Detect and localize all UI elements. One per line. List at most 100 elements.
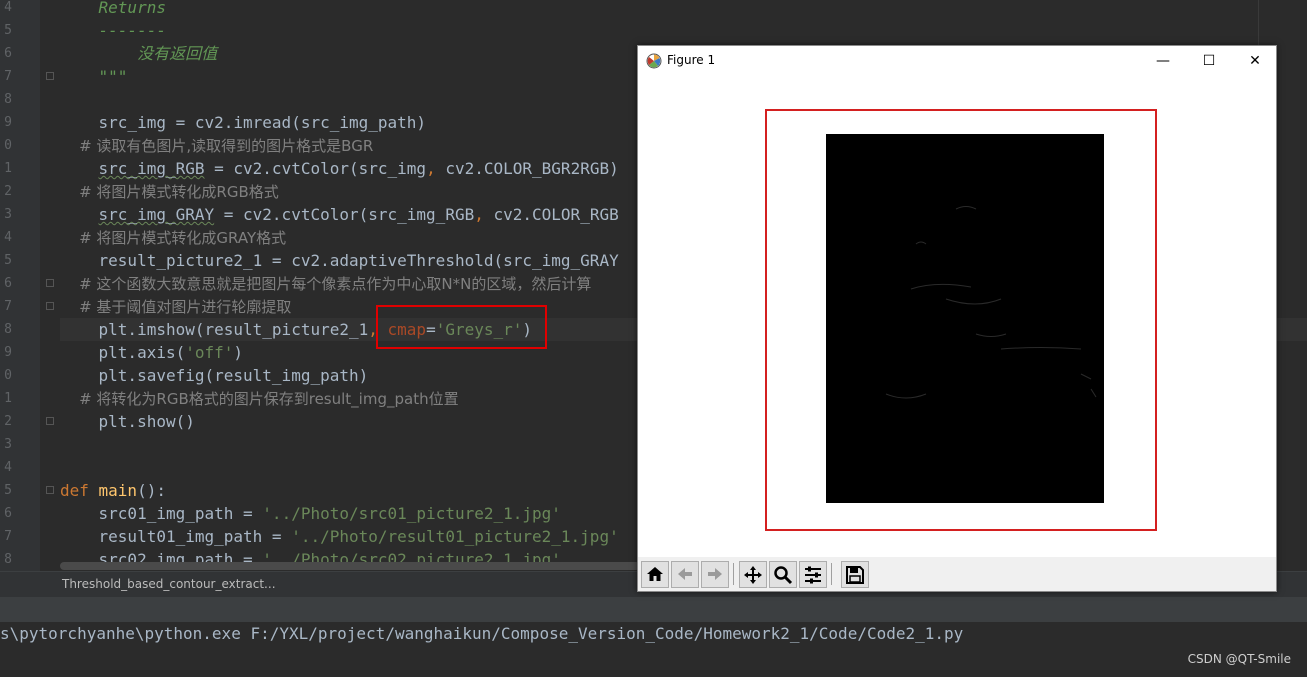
horizontal-scrollbar[interactable]	[60, 562, 640, 570]
matplotlib-icon	[646, 53, 662, 69]
code-text: plt.show()	[60, 410, 195, 433]
line-number: 0	[4, 138, 12, 153]
line-number: 6	[4, 46, 12, 61]
line-number: 4	[4, 0, 12, 15]
code-token: # 将转化为RGB格式的图片保存到result_img_path位置	[60, 390, 459, 408]
breadcrumb[interactable]: Threshold_based_contour_extract...	[62, 577, 276, 591]
line-number: 4	[4, 230, 12, 245]
code-text: result01_img_path = '../Photo/result01_p…	[60, 525, 619, 548]
code-token: result01_img_path =	[60, 527, 292, 546]
code-token: result_picture2_1 = cv2.adaptiveThreshol…	[60, 251, 619, 270]
code-token: ,	[474, 205, 484, 224]
home-icon	[647, 567, 663, 581]
code-token: src_img_RGB	[98, 159, 205, 178]
forward-button[interactable]	[701, 561, 729, 588]
code-text: # 基于阈值对图片进行轮廓提取	[60, 295, 291, 319]
code-text: result_picture2_1 = cv2.adaptiveThreshol…	[60, 249, 619, 272]
configure-icon	[805, 566, 821, 584]
code-text: plt.savefig(result_img_path)	[60, 364, 369, 387]
fold-marker-icon[interactable]	[46, 486, 54, 494]
code-token: '../Photo/result01_picture2_1.jpg'	[291, 527, 619, 546]
code-text: # 将图片模式转化成RGB格式	[60, 180, 279, 204]
code-line[interactable]: 4 Returns	[0, 0, 1307, 19]
panel-separator	[0, 597, 1307, 622]
home-button[interactable]	[641, 561, 669, 588]
code-token: # 这个函数大致意思就是把图片每个像素点作为中心取N*N的区域，然后计算	[60, 275, 592, 293]
code-token: plt.show()	[60, 412, 195, 431]
code-token: ,	[426, 159, 436, 178]
fold-marker-icon[interactable]	[46, 302, 54, 310]
code-token: # 将图片模式转化成RGB格式	[60, 183, 279, 201]
forward-icon	[708, 568, 722, 580]
line-number: 5	[4, 483, 12, 498]
line-number: 7	[4, 529, 12, 544]
line-number: 7	[4, 69, 12, 84]
code-text: """	[60, 65, 128, 88]
close-button[interactable]: ✕	[1232, 46, 1278, 76]
pan-button[interactable]	[739, 561, 767, 588]
line-number: 5	[4, 253, 12, 268]
line-number: 8	[4, 322, 12, 337]
fold-marker-icon[interactable]	[46, 417, 54, 425]
code-token: = cv2.cvtColor(src_img	[204, 159, 427, 178]
maximize-button[interactable]: ☐	[1186, 46, 1232, 76]
code-token: Returns	[60, 0, 166, 17]
code-token: 'off'	[185, 343, 234, 362]
code-token: )	[233, 343, 244, 362]
save-icon	[846, 566, 864, 584]
line-number: 4	[4, 460, 12, 475]
code-token: ():	[137, 481, 166, 500]
back-button[interactable]	[671, 561, 699, 588]
line-number: 6	[4, 506, 12, 521]
code-text: plt.axis('off')	[60, 341, 244, 364]
line-number: 0	[4, 368, 12, 383]
thresholded-image	[826, 134, 1104, 503]
minimize-button[interactable]: —	[1140, 46, 1186, 76]
code-token: '../Photo/src01_picture2_1.jpg'	[262, 504, 561, 523]
code-token: src_img_GRAY	[98, 205, 215, 224]
code-token: # 读取有色图片,读取得到的图片格式是BGR	[60, 137, 374, 155]
code-text: # 将转化为RGB格式的图片保存到result_img_path位置	[60, 387, 459, 411]
code-line[interactable]: 5 -------	[0, 19, 1307, 42]
zoom-button[interactable]	[769, 561, 797, 588]
line-number: 9	[4, 345, 12, 360]
fold-marker-icon[interactable]	[46, 72, 54, 80]
save-button[interactable]	[841, 561, 869, 588]
line-number: 6	[4, 276, 12, 291]
code-text: # 这个函数大致意思就是把图片每个像素点作为中心取N*N的区域，然后计算	[60, 272, 591, 296]
figure-canvas[interactable]	[638, 76, 1276, 557]
code-token: cv2.COLOR_RGB	[483, 205, 619, 224]
code-text: def main():	[60, 479, 166, 502]
line-number: 3	[4, 207, 12, 222]
back-icon	[678, 568, 692, 580]
figure-title: Figure 1	[667, 53, 716, 67]
code-text: src01_img_path = '../Photo/src01_picture…	[60, 502, 561, 525]
annotation-highlight-box	[376, 305, 547, 349]
fold-marker-icon[interactable]	[46, 279, 54, 287]
code-token: # 基于阈值对图片进行轮廓提取	[60, 298, 292, 316]
code-token: plt.axis(	[60, 343, 186, 362]
code-text: -------	[60, 19, 166, 42]
code-text: # 读取有色图片,读取得到的图片格式是BGR	[60, 134, 373, 158]
line-number: 8	[4, 92, 12, 107]
figure-titlebar[interactable]: Figure 1 — ☐ ✕	[638, 46, 1276, 76]
code-token: src01_img_path =	[60, 504, 263, 523]
image-faint-contours	[885, 206, 1097, 399]
toolbar-separator	[733, 563, 734, 585]
code-text: 没有返回值	[60, 42, 217, 65]
code-token: plt.imshow(result_picture2_1	[60, 320, 369, 339]
run-console[interactable]: s\pytorchyanhe\python.exe F:/YXL/project…	[0, 622, 1307, 677]
code-text: src_img = cv2.imread(src_img_path)	[60, 111, 427, 134]
code-token: def	[60, 481, 99, 500]
figure-window[interactable]: Figure 1 — ☐ ✕	[637, 45, 1277, 592]
zoom-icon	[774, 566, 793, 585]
watermark: CSDN @QT-Smile	[1187, 652, 1291, 666]
configure-button[interactable]	[799, 561, 827, 588]
line-number: 2	[4, 184, 12, 199]
toolbar-separator	[831, 563, 832, 585]
code-token: # 将图片模式转化成GRAY格式	[60, 229, 287, 247]
console-command-line: s\pytorchyanhe\python.exe F:/YXL/project…	[0, 624, 964, 643]
figure-toolbar	[638, 557, 1276, 591]
